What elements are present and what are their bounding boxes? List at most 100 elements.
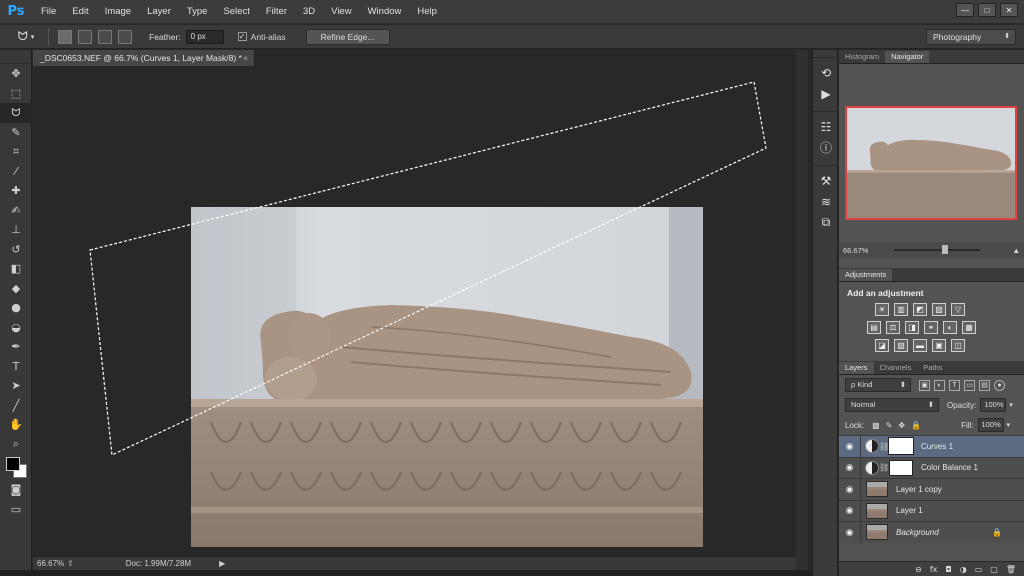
brush-tool-icon[interactable]: ✍: [0, 201, 32, 221]
tool-preset-picker[interactable]: ᗢ ▾: [10, 27, 42, 47]
share-icon[interactable]: ⇪: [67, 559, 74, 568]
crop-tool-icon[interactable]: ⌗: [0, 142, 32, 162]
layer-kind-select[interactable]: ρ Kind ⬍: [845, 378, 911, 392]
adjustment-2-6-icon[interactable]: ▦: [962, 321, 976, 334]
zoom-tool-icon[interactable]: ⌕: [0, 435, 32, 455]
layer-row-color-balance-1[interactable]: ◉ ⛓ Color Balance 1: [839, 456, 1024, 479]
status-zoom[interactable]: 66.67%: [37, 559, 67, 568]
layer-row-layer-1-copy[interactable]: ◉ Layer 1 copy: [839, 478, 1024, 500]
intersect-selection-button[interactable]: [118, 29, 132, 44]
adjustment-3-4-icon[interactable]: ▣: [932, 339, 946, 352]
history-icon[interactable]: ⟲: [813, 62, 839, 83]
filter-shape-icon[interactable]: ▭: [964, 379, 975, 391]
fill-input[interactable]: 100%: [977, 418, 1004, 432]
filter-smart-icon[interactable]: ▤: [979, 379, 990, 391]
adjustment-2-4-icon[interactable]: ⚭: [924, 321, 938, 334]
layer-row-curves-1[interactable]: ◉ ⛓ Curves 1: [839, 435, 1024, 457]
tab-histogram[interactable]: Histogram: [839, 51, 885, 63]
add-to-selection-button[interactable]: [78, 29, 92, 44]
menu-item-type[interactable]: Type: [179, 0, 216, 24]
new-selection-button[interactable]: [58, 29, 72, 44]
canvas-area[interactable]: [33, 66, 796, 556]
dodge-tool-icon[interactable]: ◒: [0, 318, 32, 338]
adjustment-2-3-icon[interactable]: ◨: [905, 321, 919, 334]
tool-presets-icon[interactable]: ⚒: [813, 170, 839, 191]
fx-icon[interactable]: fx: [930, 565, 938, 574]
clone-source-icon[interactable]: ⧉: [813, 212, 839, 233]
layer-row-background[interactable]: ◉ Background 🔒: [839, 521, 1024, 543]
eraser-tool-icon[interactable]: ◧: [0, 259, 32, 279]
zoom-in-icon[interactable]: ▲: [1012, 246, 1019, 255]
menu-item-view[interactable]: View: [323, 0, 359, 24]
fill-arrow-icon[interactable]: ▾: [1007, 421, 1011, 429]
feather-input[interactable]: 0 px: [185, 29, 224, 44]
move-tool-icon[interactable]: ✥: [0, 64, 32, 84]
filter-pixel-icon[interactable]: ▣: [919, 379, 930, 391]
tab-channels[interactable]: Channels: [874, 362, 918, 374]
adjustment-3-2-icon[interactable]: ▧: [894, 339, 908, 352]
eyedropper-tool-icon[interactable]: ⁄: [0, 162, 32, 182]
close-button[interactable]: ✕: [1000, 3, 1018, 17]
lasso-tool-icon[interactable]: ᗢ: [0, 103, 32, 123]
layer-mask-thumbnail[interactable]: [888, 437, 914, 456]
healing-tool-icon[interactable]: ✚: [0, 181, 32, 201]
line-tool-icon[interactable]: ╱: [0, 396, 32, 416]
menu-item-edit[interactable]: Edit: [64, 0, 96, 24]
quick-mask-icon[interactable]: ◙: [0, 480, 32, 500]
delete-layer-icon[interactable]: 🗑: [1006, 565, 1016, 574]
adjustment-1-4-icon[interactable]: ▨: [932, 303, 946, 316]
status-menu-arrow[interactable]: ▶: [219, 559, 225, 568]
visibility-eye-icon[interactable]: ◉: [839, 435, 861, 457]
adjustment-1-2-icon[interactable]: ▥: [894, 303, 908, 316]
adjustment-1-1-icon[interactable]: ☀: [875, 303, 889, 316]
quick-select-tool-icon[interactable]: ✎: [0, 123, 32, 143]
menu-item-help[interactable]: Help: [409, 0, 445, 24]
layer-mask-thumbnail[interactable]: [889, 459, 913, 476]
menu-item-filter[interactable]: Filter: [258, 0, 295, 24]
visibility-eye-icon[interactable]: ◉: [839, 500, 861, 522]
navigator-preview[interactable]: [845, 106, 1017, 220]
info-icon[interactable]: ⓘ: [813, 137, 839, 158]
path-select-tool-icon[interactable]: ➤: [0, 376, 32, 396]
minimize-button[interactable]: —: [956, 3, 974, 17]
layer-row-layer-1[interactable]: ◉ Layer 1: [839, 499, 1024, 522]
brush-presets-icon[interactable]: ≋: [813, 191, 839, 212]
adjustment-2-1-icon[interactable]: ▤: [867, 321, 881, 334]
type-tool-icon[interactable]: T: [0, 357, 32, 377]
opacity-input[interactable]: 100%: [980, 398, 1007, 412]
adjustment-3-5-icon[interactable]: ◫: [951, 339, 965, 352]
menu-item-file[interactable]: File: [33, 0, 64, 24]
foreground-color-swatch[interactable]: [6, 457, 20, 471]
refine-edge-button[interactable]: Refine Edge...: [305, 28, 390, 45]
blur-tool-icon[interactable]: ●: [0, 298, 32, 318]
new-layer-icon[interactable]: ▢: [990, 565, 998, 574]
link-layers-icon[interactable]: ⊖: [915, 565, 922, 574]
panel-grip[interactable]: [0, 50, 31, 64]
navigator-zoom-slider[interactable]: [894, 245, 981, 254]
stamp-tool-icon[interactable]: ⊥: [0, 220, 32, 240]
lock-position-icon[interactable]: ✥: [898, 421, 905, 430]
new-adjustment-icon[interactable]: ◑: [960, 565, 967, 574]
antialias-checkbox[interactable]: ✓: [237, 32, 247, 41]
adjustment-2-5-icon[interactable]: ◐: [943, 321, 957, 334]
filter-adjustment-icon[interactable]: ◐: [934, 379, 945, 391]
screen-mode-icon[interactable]: ▭: [0, 500, 32, 520]
vertical-scrollbar[interactable]: [796, 50, 808, 570]
visibility-eye-icon[interactable]: ◉: [839, 521, 861, 543]
opacity-arrow-icon[interactable]: ▾: [1009, 401, 1013, 409]
subtract-from-selection-button[interactable]: [98, 29, 112, 44]
adjustment-1-3-icon[interactable]: ◩: [913, 303, 927, 316]
close-tab-icon[interactable]: ×: [243, 50, 248, 66]
maximize-button[interactable]: □: [978, 3, 996, 17]
history-brush-tool-icon[interactable]: ↺: [0, 240, 32, 260]
menu-item-select[interactable]: Select: [215, 0, 257, 24]
menu-item-image[interactable]: Image: [97, 0, 139, 24]
adjustment-1-5-icon[interactable]: ▽: [951, 303, 965, 316]
adjustment-2-2-icon[interactable]: ⚖: [886, 321, 900, 334]
navigator-zoom-value[interactable]: 66.67%: [843, 246, 868, 255]
menu-item-layer[interactable]: Layer: [139, 0, 179, 24]
adjustment-3-1-icon[interactable]: ◪: [875, 339, 889, 352]
tab-navigator[interactable]: Navigator: [885, 51, 930, 63]
pen-tool-icon[interactable]: ✒: [0, 337, 32, 357]
slider-knob[interactable]: [942, 245, 949, 254]
